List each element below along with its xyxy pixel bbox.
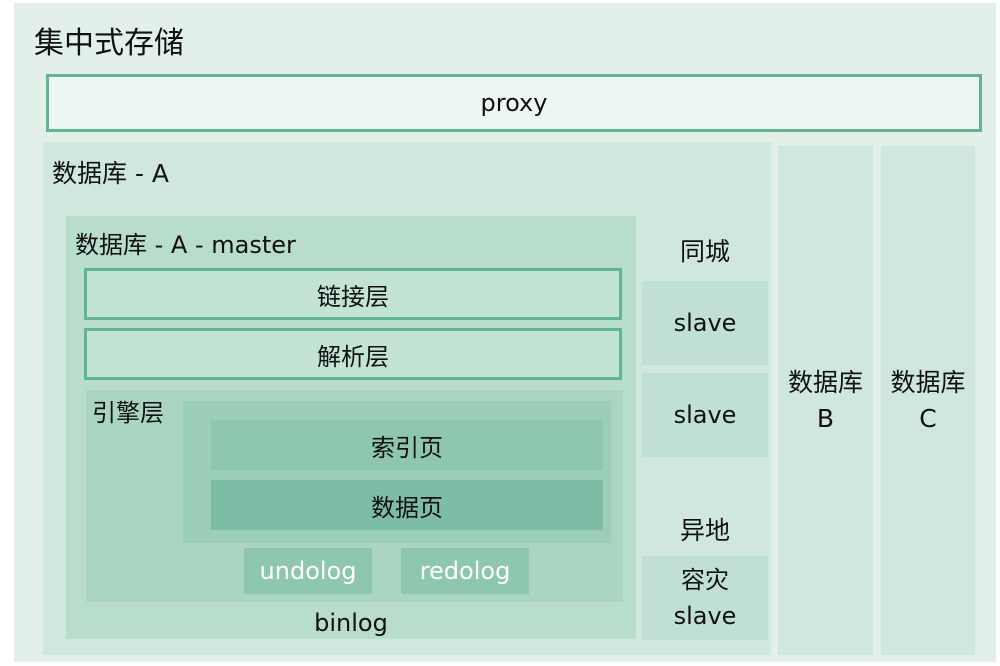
database-b-line2: B [816, 403, 835, 433]
database-a-label: 数据库 - A [52, 159, 170, 188]
proxy-box: proxy [46, 74, 982, 132]
undolog-box: undolog [244, 548, 372, 594]
same-city-label: 同城 [679, 237, 730, 266]
data-page: 数据页 [211, 480, 603, 530]
remote-slave-line2: slave [673, 602, 737, 630]
diagram-title: 集中式存储 [34, 26, 184, 61]
database-b-box: 数据库 B [778, 146, 873, 655]
same-city-slave-2: slave [642, 373, 768, 457]
binlog-label: binlog [314, 609, 388, 637]
engine-layer-label: 引擎层 [92, 399, 164, 427]
database-a-master-label: 数据库 - A - master [75, 231, 296, 259]
database-c-line2: C [919, 403, 937, 433]
database-c-box: 数据库 C [881, 146, 975, 655]
redolog-box: redolog [401, 548, 529, 594]
same-city-slave-1: slave [642, 281, 768, 365]
remote-slave-line1: 容灾 [681, 566, 729, 594]
database-b-line1: 数据库 [787, 367, 863, 397]
remote-disaster-recovery-slave: 容灾 slave [642, 556, 768, 640]
remote-label: 异地 [679, 516, 730, 545]
parser-layer: 解析层 [84, 328, 622, 380]
index-page: 索引页 [211, 420, 603, 470]
connection-layer: 链接层 [84, 268, 622, 320]
database-c-line1: 数据库 [890, 367, 966, 397]
